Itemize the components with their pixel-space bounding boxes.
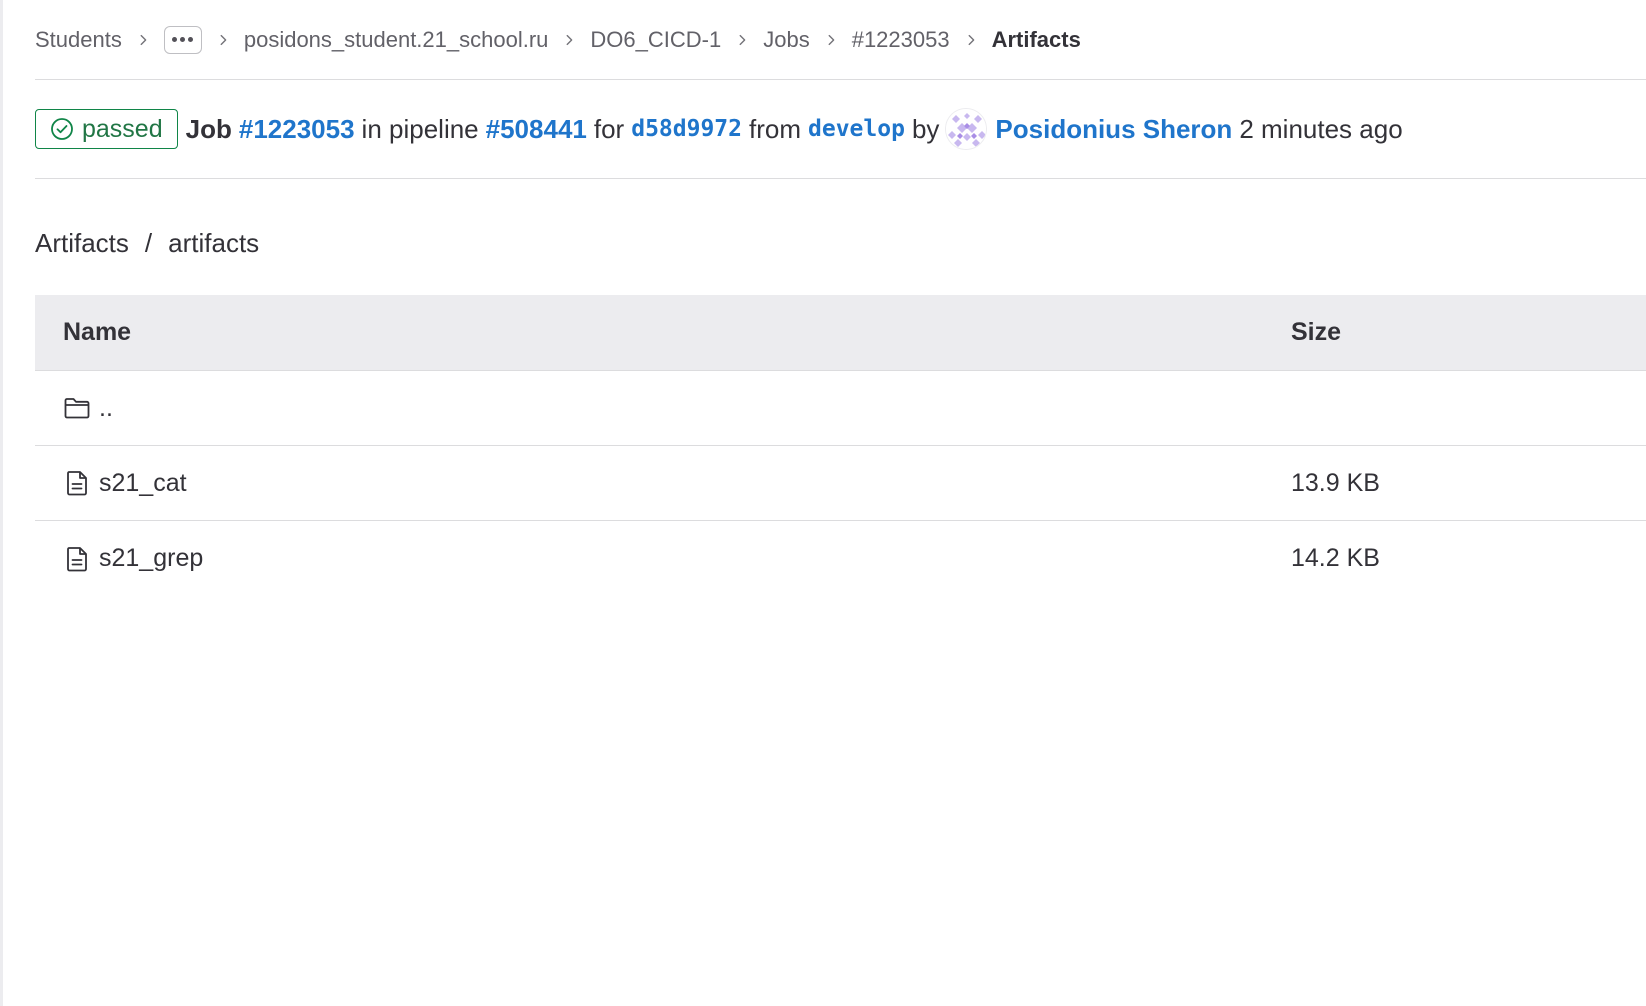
breadcrumb-item-jobs[interactable]: Jobs [763, 27, 809, 53]
author-link[interactable]: Posidonius Sheron [995, 114, 1232, 145]
row-name-cell: s21_cat [35, 469, 1291, 498]
artifacts-table: Name Size .. s21_cat 13.9 KB s21_grep 14… [35, 295, 1646, 596]
table-row[interactable]: s21_cat 13.9 KB [35, 446, 1646, 521]
file-icon [63, 545, 91, 573]
job-id-link[interactable]: #1223053 [239, 114, 355, 145]
table-header: Name Size [35, 295, 1646, 371]
branch-link[interactable]: develop [808, 116, 905, 142]
time-ago: 2 minutes ago [1239, 113, 1403, 144]
file-icon [63, 469, 91, 497]
artifacts-path: Artifacts / artifacts [35, 179, 1646, 295]
ellipsis-dot [188, 37, 194, 42]
column-header-size: Size [1291, 318, 1342, 346]
ellipsis-dot [180, 37, 186, 42]
job-header: passed Job #1223053 in pipeline #508441 … [35, 80, 1646, 179]
row-name-link[interactable]: s21_cat [99, 469, 187, 498]
main-content: Students posidons_student.21_school.ru D… [35, 0, 1646, 596]
path-separator: / [144, 227, 153, 258]
folder-icon [63, 394, 91, 422]
row-name-link[interactable]: s21_grep [99, 544, 203, 573]
pipeline-link[interactable]: #508441 [486, 114, 587, 145]
chevron-right-icon [735, 33, 749, 47]
path-current-folder: artifacts [168, 227, 260, 258]
page: Students posidons_student.21_school.ru D… [0, 0, 1646, 1006]
chevron-right-icon [824, 33, 838, 47]
row-name-cell: s21_grep [35, 544, 1291, 573]
by-text: by [911, 113, 940, 144]
breadcrumb-item-job[interactable]: #1223053 [852, 27, 950, 53]
row-size: 13.9 KB [1291, 468, 1380, 497]
table-row[interactable]: .. [35, 371, 1646, 446]
row-name-cell: .. [35, 394, 1291, 423]
for-text: for [593, 113, 625, 144]
status-label: passed [82, 114, 163, 143]
chevron-right-icon [964, 33, 978, 47]
ellipsis-icon [172, 37, 178, 42]
identicon-icon [946, 109, 987, 149]
avatar[interactable] [945, 108, 988, 150]
job-label: Job [185, 113, 232, 144]
table-row[interactable]: s21_grep 14.2 KB [35, 521, 1646, 596]
breadcrumb: Students posidons_student.21_school.ru D… [35, 0, 1646, 80]
breadcrumb-item-artifacts[interactable]: Artifacts [992, 27, 1081, 53]
breadcrumb-item-project[interactable]: DO6_CICD-1 [590, 27, 721, 53]
breadcrumb-ellipsis-button[interactable] [163, 25, 202, 54]
in-pipeline-text: in pipeline [361, 113, 479, 144]
column-header-name: Name [63, 318, 132, 346]
row-name-link[interactable]: .. [99, 394, 113, 423]
breadcrumb-item-namespace[interactable]: posidons_student.21_school.ru [244, 27, 549, 53]
chevron-right-icon [562, 33, 576, 47]
status-badge[interactable]: passed [35, 109, 178, 149]
row-size: 14.2 KB [1291, 544, 1380, 572]
path-root-link[interactable]: Artifacts [35, 228, 129, 259]
commit-link[interactable]: d58d9972 [631, 116, 742, 142]
chevron-right-icon [216, 33, 230, 47]
chevron-right-icon [136, 33, 150, 47]
from-text: from [749, 113, 801, 144]
check-circle-icon [51, 118, 73, 140]
breadcrumb-item-students[interactable]: Students [35, 27, 122, 53]
